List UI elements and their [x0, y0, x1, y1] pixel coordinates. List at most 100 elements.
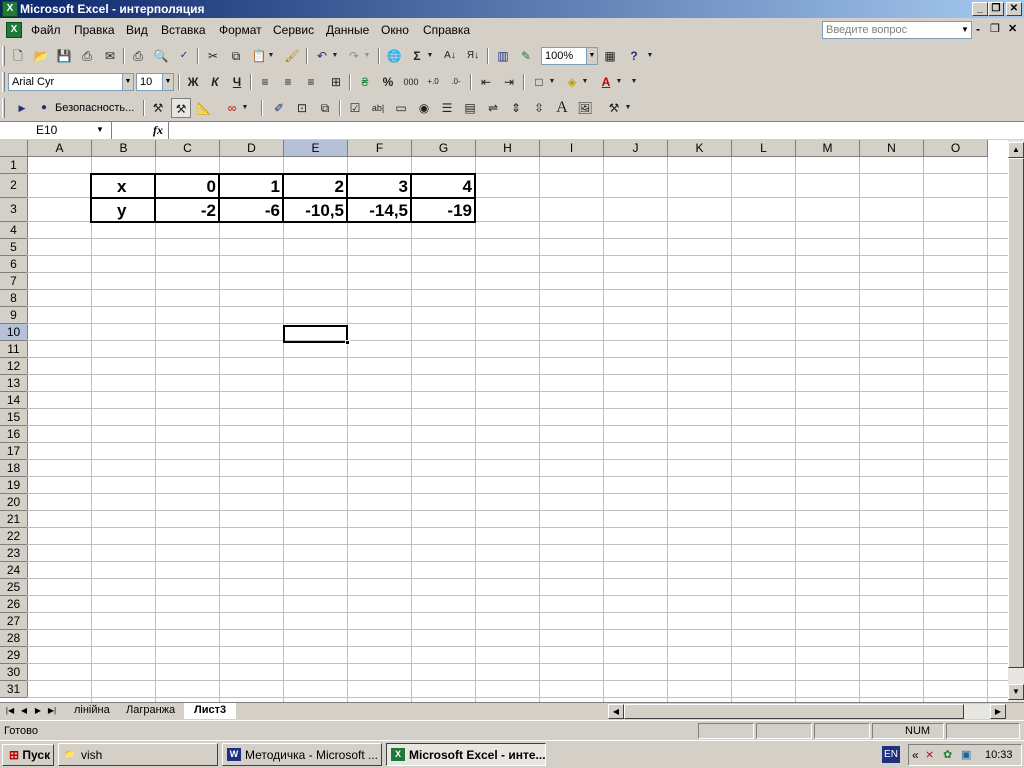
button-control-icon[interactable]: ▭: [391, 98, 411, 118]
font-select[interactable]: Arial Cyr ▼: [8, 73, 134, 91]
checkbox-icon[interactable]: ☑: [345, 98, 365, 118]
image-control-icon[interactable]: 🖼: [575, 98, 595, 118]
column-header-H[interactable]: H: [476, 140, 540, 157]
fill-handle[interactable]: [345, 340, 350, 345]
chevron-down-icon[interactable]: ▼: [586, 48, 597, 64]
borders-dropdown-icon[interactable]: ▼: [547, 72, 557, 92]
sort-ascending-icon[interactable]: A↓: [440, 46, 460, 66]
toggle-icon[interactable]: ⇌: [483, 98, 503, 118]
column-header-M[interactable]: M: [796, 140, 860, 157]
cell-E3[interactable]: -10,5: [284, 201, 344, 221]
spelling-icon[interactable]: ✓: [174, 46, 194, 66]
cell-G3[interactable]: -19: [412, 201, 472, 221]
menu-tools[interactable]: Сервис: [273, 23, 314, 37]
help-icon[interactable]: ?: [624, 46, 644, 66]
row-header-7[interactable]: 7: [0, 273, 28, 290]
toolbar-options-icon[interactable]: ▦: [600, 46, 620, 66]
chart-wizard-icon[interactable]: ▥: [493, 46, 513, 66]
row-header-14[interactable]: 14: [0, 392, 28, 409]
print-preview-icon[interactable]: 🔍: [151, 46, 171, 66]
design-mode-icon[interactable]: ⚒: [171, 98, 191, 118]
cell-C3[interactable]: -2: [156, 201, 216, 221]
toolbar-more-icon[interactable]: ▼: [622, 98, 634, 118]
redo-icon[interactable]: ↷: [344, 46, 364, 66]
row-header-25[interactable]: 25: [0, 579, 28, 596]
sheet-tab-linear[interactable]: лінійна: [64, 703, 120, 719]
cell-G2[interactable]: 4: [412, 177, 472, 197]
script-editor-icon[interactable]: 📐: [194, 98, 214, 118]
row-header-30[interactable]: 30: [0, 664, 28, 681]
row-header-28[interactable]: 28: [0, 630, 28, 647]
row-header-10[interactable]: 10: [0, 324, 28, 341]
row-header-4[interactable]: 4: [0, 222, 28, 239]
tray-app-icon[interactable]: ✿: [943, 748, 952, 761]
smart-tag-dropdown-icon[interactable]: ▼: [240, 98, 250, 118]
cell-B2[interactable]: x: [117, 177, 126, 197]
row-header-29[interactable]: 29: [0, 647, 28, 664]
close-button[interactable]: ✕: [1006, 2, 1022, 16]
toolbar-more-icon[interactable]: ▼: [628, 72, 640, 92]
column-header-I[interactable]: I: [540, 140, 604, 157]
row-header-20[interactable]: 20: [0, 494, 28, 511]
doc-close-button[interactable]: ✕: [1008, 22, 1017, 35]
print-icon[interactable]: ⎙: [128, 46, 148, 66]
workbook-icon[interactable]: X: [6, 22, 22, 38]
sheet-tab-list3[interactable]: Лист3: [184, 703, 237, 719]
new-icon[interactable]: 🗋: [8, 46, 28, 66]
first-sheet-icon[interactable]: |◀: [4, 704, 16, 718]
cell-C2[interactable]: 0: [156, 177, 216, 197]
row-header-21[interactable]: 21: [0, 511, 28, 528]
row-header-9[interactable]: 9: [0, 307, 28, 324]
properties-icon[interactable]: ✐: [269, 98, 289, 118]
autosum-dropdown-icon[interactable]: ▼: [425, 46, 435, 66]
paste-dropdown-icon[interactable]: ▼: [266, 46, 276, 66]
next-sheet-icon[interactable]: ▶: [32, 704, 44, 718]
row-header-2[interactable]: 2: [0, 174, 28, 198]
language-indicator[interactable]: EN: [882, 746, 900, 763]
textfield-icon[interactable]: ab|: [368, 98, 388, 118]
menu-window[interactable]: Окно: [381, 23, 409, 37]
insert-function-icon[interactable]: fx: [153, 123, 163, 138]
decrease-decimal-icon[interactable]: .0-: [446, 72, 466, 92]
chevron-down-icon[interactable]: ▼: [959, 22, 971, 38]
spinner-icon[interactable]: ⇕: [506, 98, 526, 118]
more-controls-icon[interactable]: ⚒: [604, 98, 624, 118]
column-header-D[interactable]: D: [220, 140, 284, 157]
underline-button[interactable]: Ч: [227, 72, 247, 92]
font-color-icon[interactable]: A: [596, 72, 616, 92]
ask-question-input[interactable]: Введите вопрос ▼: [822, 21, 972, 39]
italic-button[interactable]: К: [205, 72, 225, 92]
network-icon[interactable]: ⨯: [925, 748, 934, 761]
hscroll-thumb[interactable]: [624, 704, 964, 719]
font-color-dropdown-icon[interactable]: ▼: [614, 72, 624, 92]
column-header-A[interactable]: A: [28, 140, 92, 157]
horizontal-scrollbar[interactable]: ◀ ▶: [608, 704, 1006, 719]
permission-icon[interactable]: ⎙: [77, 46, 97, 66]
menu-view[interactable]: Вид: [126, 23, 148, 37]
align-right-icon[interactable]: ≡: [301, 72, 321, 92]
start-button[interactable]: ⊞ Пуск: [2, 744, 54, 766]
row-header-3[interactable]: 3: [0, 198, 28, 222]
zoom-select[interactable]: 100% ▼: [541, 47, 598, 65]
increase-decimal-icon[interactable]: +.0: [423, 72, 443, 92]
doc-minimize-button[interactable]: -: [976, 22, 980, 36]
row-header-22[interactable]: 22: [0, 528, 28, 545]
font-size-select[interactable]: 10 ▼: [136, 73, 174, 91]
align-center-icon[interactable]: ≡: [278, 72, 298, 92]
run-icon[interactable]: ▶: [12, 98, 32, 118]
row-header-13[interactable]: 13: [0, 375, 28, 392]
cell-E2[interactable]: 2: [284, 177, 344, 197]
active-cell-E10[interactable]: [283, 325, 350, 345]
volume-icon[interactable]: ▣: [961, 748, 971, 761]
row-header-18[interactable]: 18: [0, 460, 28, 477]
cell-D3[interactable]: -6: [220, 201, 280, 221]
row-header-16[interactable]: 16: [0, 426, 28, 443]
autosum-icon[interactable]: Σ: [407, 46, 427, 66]
scroll-left-icon[interactable]: ◀: [608, 704, 624, 719]
fill-color-dropdown-icon[interactable]: ▼: [580, 72, 590, 92]
smart-tag-icon[interactable]: ∞: [222, 98, 242, 118]
column-header-J[interactable]: J: [604, 140, 668, 157]
row-header-24[interactable]: 24: [0, 562, 28, 579]
security-button[interactable]: Безопасность...: [55, 102, 134, 114]
dialog-icon[interactable]: ⧉: [315, 98, 335, 118]
